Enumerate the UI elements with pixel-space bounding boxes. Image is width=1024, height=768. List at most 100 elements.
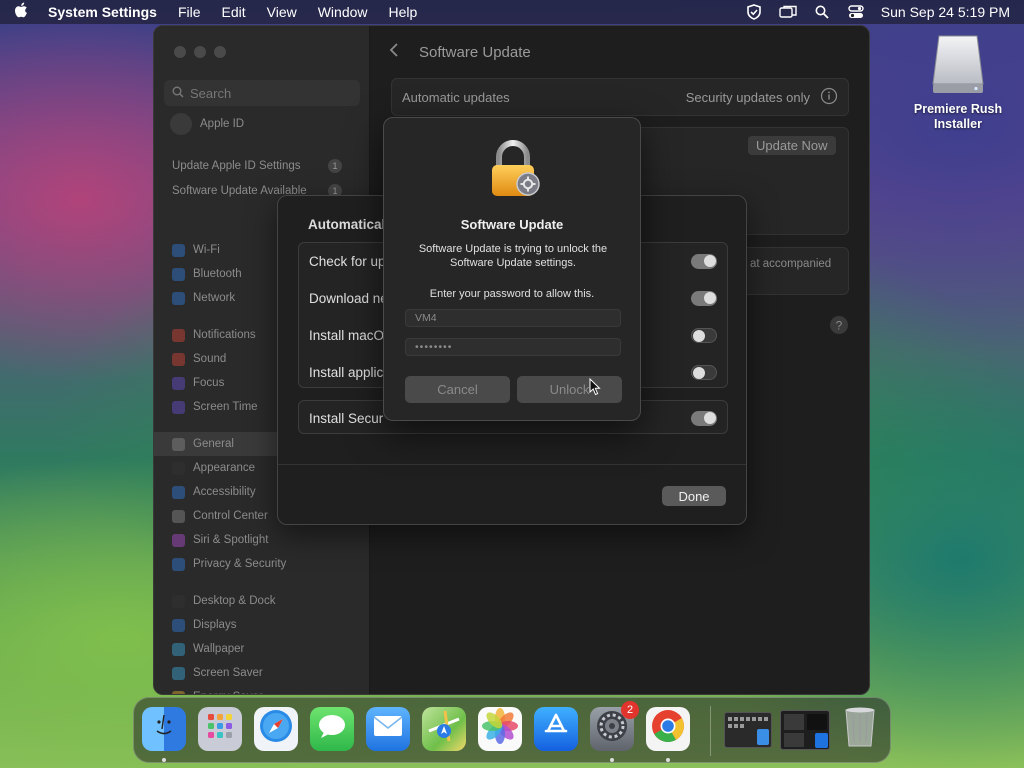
sidebar-item-icon [172,642,185,656]
automatic-updates-value: Security updates only [685,89,810,105]
automatic-updates-row[interactable]: Automatic updates Security updates only [391,78,849,116]
maps-icon [427,709,461,749]
sidebar-item-label: Appearance [193,462,256,474]
dock-app-store[interactable] [534,707,578,751]
back-chevron-icon[interactable] [389,43,399,61]
authentication-dialog: Software Update Software Update is tryin… [383,117,641,421]
sidebar-item-displays[interactable]: Displays [154,613,370,637]
install-app-updates-toggle[interactable] [691,364,717,380]
dock-window-thumbnail[interactable] [724,712,772,748]
sidebar-item-apple-id[interactable]: Apple ID [154,112,370,136]
dock-launchpad[interactable] [198,707,242,751]
sidebar-item-label: Wallpaper [193,643,245,655]
dock-messages[interactable] [310,707,354,751]
help-icon[interactable]: ? [829,315,849,340]
svg-text:?: ? [836,319,843,333]
sidebar-item-privacy-security[interactable]: Privacy & Security [154,552,370,576]
menu-bar: System Settings File Edit View Window He… [0,0,1024,24]
content-header: Software Update [389,43,531,61]
sidebar-item-icon [172,437,185,451]
app-menu[interactable]: System Settings [48,4,157,20]
dock-chrome[interactable] [646,707,690,751]
messages-icon [316,712,348,746]
dock: 2 [133,697,891,763]
update-now-button[interactable]: Update Now [748,136,836,155]
unlock-button[interactable]: Unlock [517,376,622,403]
sidebar-item-label: Screen Time [193,401,258,413]
menu-view[interactable]: View [267,4,297,20]
mail-icon [372,714,404,744]
dock-system-settings[interactable]: 2 [590,701,639,751]
sidebar-item-desktop-dock[interactable]: Desktop & Dock [154,589,370,613]
dock-maps[interactable] [422,707,466,751]
menu-clock[interactable]: Sun Sep 24 5:19 PM [881,4,1010,20]
dock-mail[interactable] [366,707,410,751]
apple-menu-icon[interactable] [14,2,34,22]
sidebar-item-screen-saver[interactable]: Screen Saver [154,661,370,685]
minimize-window-button[interactable] [194,46,206,58]
shield-check-icon[interactable] [737,4,771,20]
sidebar-item-icon [172,267,185,281]
menu-help[interactable]: Help [389,4,418,20]
close-window-button[interactable] [174,46,186,58]
sidebar-item-icon [172,328,185,342]
window-controls [174,46,226,58]
search-placeholder: Search [190,85,232,101]
sidebar-item-label: Displays [193,619,237,631]
dock-photos[interactable] [478,707,522,751]
spotlight-search-icon[interactable] [805,5,839,19]
sidebar-item-label: Focus [193,377,225,389]
avatar [170,113,192,135]
install-security-toggle[interactable] [691,410,717,426]
lock-settings-icon [487,140,543,200]
option-label: Install Secur [309,410,384,426]
desktop-installer-icon[interactable]: Premiere Rush Installer [905,34,1011,132]
menu-window[interactable]: Window [318,4,368,20]
finder-icon [149,711,179,747]
sidebar-item-update-apple-id[interactable]: Update Apple ID Settings 1 [154,154,370,178]
disk-image-icon [929,34,987,96]
desktop-icon-label: Premiere Rush Installer [913,102,1003,131]
photos-icon [482,708,518,750]
search-icon [172,86,184,101]
menu-edit[interactable]: Edit [222,4,246,20]
dialog-message: Software Update is trying to unlock the … [418,243,608,269]
settings-search-field[interactable]: Search [164,80,360,106]
control-center-icon[interactable] [839,5,873,19]
username-field[interactable]: VM4 [405,309,621,327]
screen-mirroring-icon[interactable] [771,5,805,19]
sidebar-item-siri-spotlight[interactable]: Siri & Spotlight [154,528,370,552]
zoom-window-button[interactable] [214,46,226,58]
dock-window-thumbnail[interactable] [780,710,830,750]
done-button[interactable]: Done [662,486,726,506]
download-updates-toggle[interactable] [691,290,717,306]
sidebar-item-label: Network [193,292,236,304]
sidebar-item-label: Apple ID [200,118,245,130]
cancel-button[interactable]: Cancel [405,376,510,403]
page-title: Software Update [419,43,531,61]
running-indicator [162,758,166,762]
install-macos-updates-toggle[interactable] [691,327,717,343]
sidebar-item-icon [172,618,185,632]
license-text: at accompanied [750,258,832,270]
menu-file[interactable]: File [178,4,201,20]
sidebar-item-icon [172,352,185,366]
dock-finder[interactable] [142,707,186,751]
sidebar-item-label: Sound [193,353,227,365]
sidebar-item-energy-saver[interactable]: Energy Saver [154,685,370,694]
running-indicator [610,758,614,762]
sidebar-item-icon [172,666,185,680]
dock-trash[interactable] [838,707,882,751]
dock-safari[interactable] [254,707,298,751]
trash-icon [842,704,878,754]
password-field[interactable]: •••••••• [405,338,621,356]
check-for-updates-toggle[interactable] [691,253,717,269]
sidebar-item-wallpaper[interactable]: Wallpaper [154,637,370,661]
sidebar-item-label: Desktop & Dock [193,595,276,607]
info-icon[interactable] [820,87,838,108]
sidebar-item-label: Bluetooth [193,268,242,280]
sidebar-item-label: Control Center [193,510,268,522]
option-label: Download ne [309,290,388,306]
sidebar-item-label: Siri & Spotlight [193,534,269,546]
notification-badge: 1 [328,159,342,173]
